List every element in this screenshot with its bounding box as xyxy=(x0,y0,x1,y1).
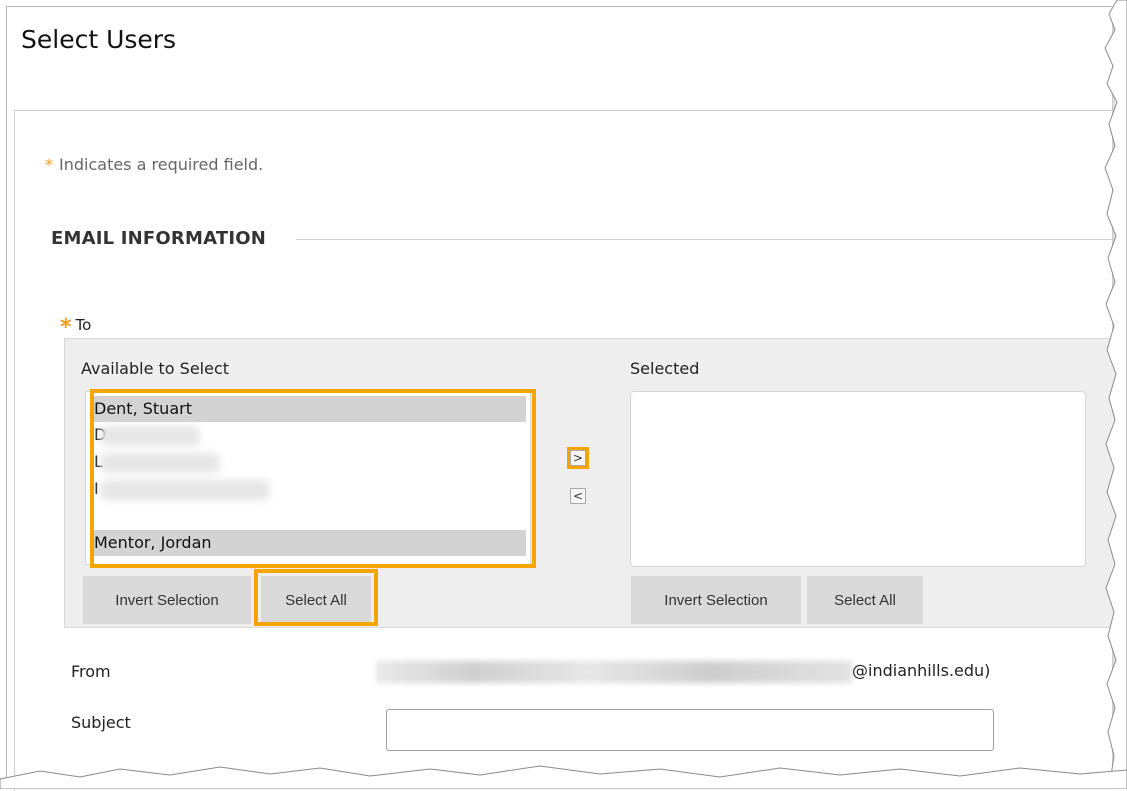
section-divider xyxy=(296,239,1116,240)
move-left-icon[interactable]: < xyxy=(570,488,586,504)
required-field-note: * Indicates a required field. xyxy=(45,155,263,174)
required-star-icon: * xyxy=(60,315,72,340)
to-label: * To xyxy=(60,315,91,340)
from-label: From xyxy=(71,662,111,681)
to-label-text: To xyxy=(75,316,92,334)
highlight-outline xyxy=(254,569,378,626)
obscured-sender-name xyxy=(376,661,852,683)
selected-select-all-button[interactable]: Select All xyxy=(807,576,923,624)
selected-invert-selection-button[interactable]: Invert Selection xyxy=(631,576,801,624)
section-title: EMAIL INFORMATION xyxy=(51,228,266,249)
subject-label: Subject xyxy=(71,713,131,732)
torn-edge-right xyxy=(1104,0,1127,789)
from-value: @indianhills.edu) xyxy=(852,661,991,680)
move-right-icon[interactable]: > xyxy=(570,450,586,466)
selected-title: Selected xyxy=(630,359,700,378)
subject-input[interactable] xyxy=(386,709,994,751)
available-invert-selection-button[interactable]: Invert Selection xyxy=(83,576,251,624)
page-title: Select Users xyxy=(21,25,177,54)
highlight-outline xyxy=(90,389,536,568)
required-star-icon: * xyxy=(45,155,53,174)
available-title: Available to Select xyxy=(81,359,230,378)
selected-listbox[interactable] xyxy=(630,391,1086,567)
required-note-text: Indicates a required field. xyxy=(59,155,264,174)
user-chooser: Available to Select Dent, Stuart D L I M… xyxy=(64,338,1126,628)
torn-edge-bottom xyxy=(0,765,1127,789)
